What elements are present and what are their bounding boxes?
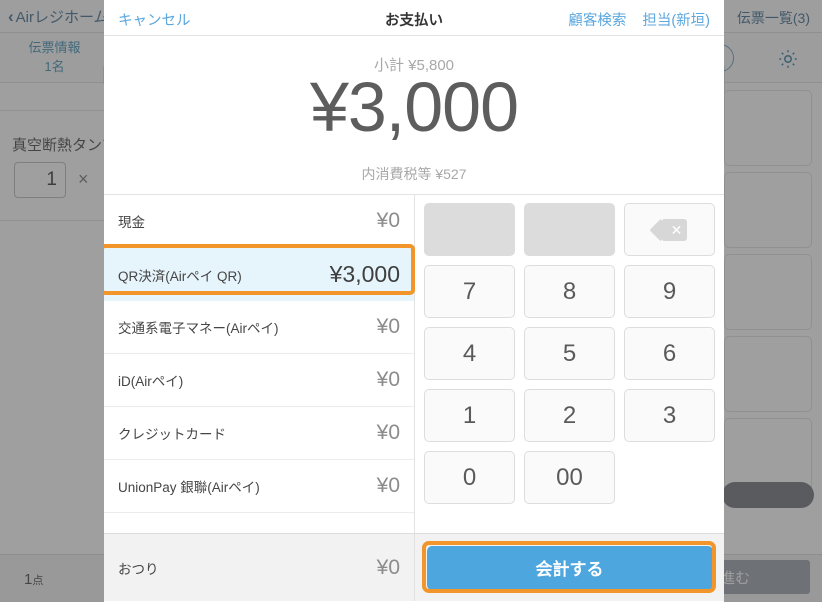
payment-row-value: ¥0 [376, 209, 400, 232]
keypad-key-5[interactable]: 5 [524, 327, 615, 380]
amount-area: 小計 ¥5,800 ¥3,000 内消費税等 ¥527 [104, 36, 724, 195]
keypad-key-0[interactable]: 0 [424, 451, 515, 504]
tax-note-label: 内消費税等 ¥527 [361, 166, 467, 182]
payment-row-label: 交通系電子マネー(Airペイ) [118, 321, 279, 336]
payment-row-credit-card[interactable]: クレジットカード ¥0 [104, 407, 414, 460]
modal-header-actions: 顧客検索 担当(新垣) [568, 9, 710, 30]
modal-header: キャンセル お支払い 顧客検索 担当(新垣) [104, 0, 724, 36]
screen-root: ‹ Airレジホーム 伝票一覧(3) 伝票情報 1名 真空断熱タンブ 1 × [0, 0, 822, 602]
keypad-key-3[interactable]: 3 [624, 389, 715, 442]
payment-row-cash[interactable]: 現金 ¥0 [104, 195, 414, 248]
customer-search-button[interactable]: 顧客検索 [568, 9, 626, 30]
modal-footer: おつり ¥0 会計する [104, 533, 724, 601]
keypad-grid: ✕ 7 8 9 4 5 6 1 2 3 0 00 [424, 203, 715, 504]
payment-row-label: クレジットカード [118, 427, 226, 442]
keypad-blank-key [524, 203, 615, 256]
backspace-icon: ✕ [653, 218, 687, 241]
payment-row-id[interactable]: iD(Airペイ) ¥0 [104, 354, 414, 407]
backspace-x-glyph: ✕ [670, 221, 683, 238]
confirm-button-wrapper: 会計する [415, 534, 724, 601]
keypad-key-2[interactable]: 2 [524, 389, 615, 442]
keypad-empty-slot [624, 451, 715, 504]
change-label: おつり [118, 561, 159, 577]
payment-row-qr[interactable]: QR決済(Airペイ QR) ¥3,000 [104, 248, 414, 301]
payment-row-unionpay[interactable]: UnionPay 銀聯(Airペイ) ¥0 [104, 460, 414, 513]
keypad-key-1[interactable]: 1 [424, 389, 515, 442]
payment-row-value: ¥0 [376, 368, 400, 391]
keypad-key-6[interactable]: 6 [624, 327, 715, 380]
payment-row-value: ¥3,000 [329, 261, 400, 287]
keypad-key-4[interactable]: 4 [424, 327, 515, 380]
keypad-key-00[interactable]: 00 [524, 451, 615, 504]
modal-body: 現金 ¥0 QR決済(Airペイ QR) ¥3,000 交通系電子マネー(Air… [104, 195, 724, 533]
backspace-key[interactable]: ✕ [624, 203, 715, 256]
amount-display: ¥3,000 [309, 68, 519, 146]
keypad-key-8[interactable]: 8 [524, 265, 615, 318]
payment-row-transit-emoney[interactable]: 交通系電子マネー(Airペイ) ¥0 [104, 301, 414, 354]
payment-row-value: ¥0 [376, 474, 400, 497]
keypad-key-9[interactable]: 9 [624, 265, 715, 318]
payment-row-label: QR決済(Airペイ QR) [118, 268, 242, 284]
payment-row-label: 現金 [118, 215, 145, 230]
numeric-keypad: ✕ 7 8 9 4 5 6 1 2 3 0 00 [415, 195, 724, 533]
staff-button[interactable]: 担当(新垣) [642, 9, 710, 30]
payment-row-label: UnionPay 銀聯(Airペイ) [118, 480, 260, 495]
payment-modal: キャンセル お支払い 顧客検索 担当(新垣) 小計 ¥5,800 ¥3,000 … [104, 0, 724, 602]
change-row: おつり ¥0 [104, 534, 415, 601]
payment-method-list: 現金 ¥0 QR決済(Airペイ QR) ¥3,000 交通系電子マネー(Air… [104, 195, 415, 533]
keypad-blank-key [424, 203, 515, 256]
payment-row-label: iD(Airペイ) [118, 374, 184, 389]
payment-row-value: ¥0 [376, 315, 400, 338]
confirm-payment-button[interactable]: 会計する [426, 545, 713, 590]
keypad-key-7[interactable]: 7 [424, 265, 515, 318]
payment-row-value: ¥0 [376, 421, 400, 444]
change-value: ¥0 [376, 555, 400, 579]
